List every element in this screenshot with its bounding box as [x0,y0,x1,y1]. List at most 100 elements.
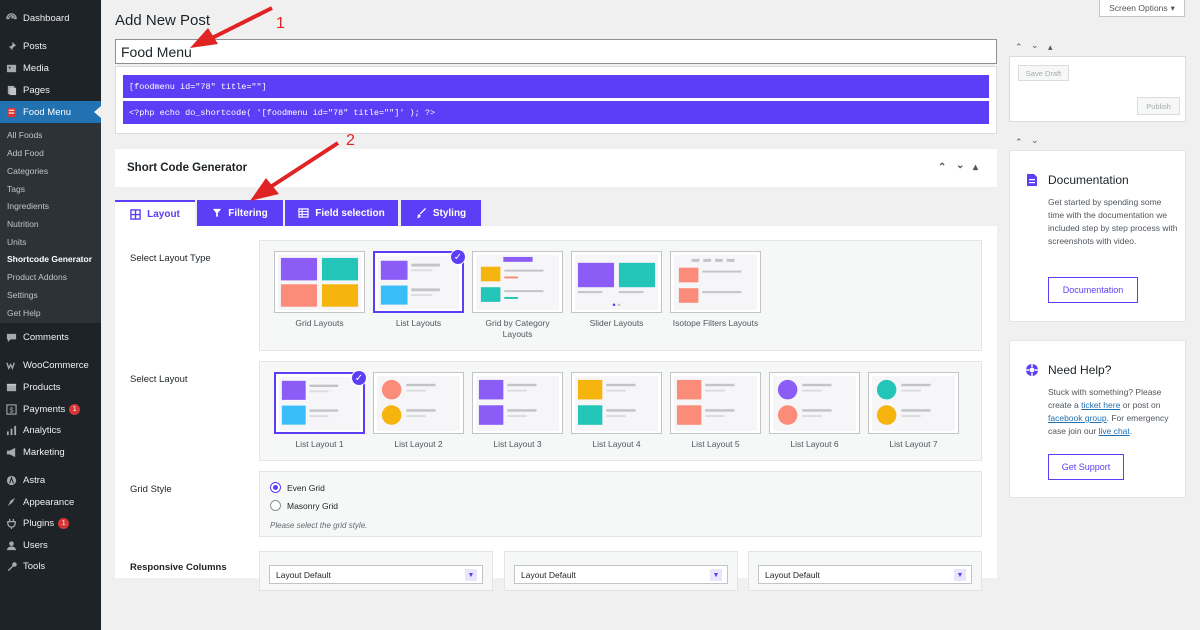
pages-icon [7,85,17,95]
list-layout-5[interactable] [670,372,761,434]
radio-masonry-grid[interactable]: Masonry Grid [270,500,338,511]
tab-styling[interactable]: Styling [401,200,481,226]
marketing-icon [6,447,16,457]
live-chat-link[interactable]: live chat [1099,426,1130,436]
tab-filtering[interactable]: Filtering [197,200,283,226]
woocommerce-icon [6,362,15,370]
select-value: Layout Default [521,569,576,580]
menu-item-pages[interactable]: Pages [0,79,101,101]
menu-item-woocommerce[interactable]: WooCommerce [0,354,101,376]
menu-label: Media [23,62,49,74]
responsive-select-desktop[interactable]: Layout Default ▼ [269,565,483,584]
submenu-ingredients[interactable]: Ingredients [7,201,49,211]
radio-label: Masonry Grid [287,500,339,511]
responsive-select-tablet[interactable]: Layout Default ▼ [514,565,728,584]
responsive-panel-3: Layout Default ▼ [748,551,982,591]
chevron-down-icon[interactable]: ⌄ [1031,40,1039,51]
chevron-up-icon[interactable]: ⌃ [1015,42,1023,53]
list-layout-2[interactable] [373,372,464,434]
layout-type-label: Select Layout Type [130,253,211,264]
layout-panel: ✓ List Layout 1 List Layout 2 List Layou… [259,361,982,461]
submenu-shortcode-generator[interactable]: Shortcode Generator [7,254,92,264]
tab-label: Field selection [315,207,385,219]
layout-type-caption: Grid by Category Layouts [485,318,550,339]
layout-type-caption: Grid Layouts [295,318,344,328]
screen-options-button[interactable]: Screen Options ▾ [1099,0,1185,17]
grid-icon [130,208,141,220]
isotope-filters-preview [674,255,757,310]
submenu-product-addons[interactable]: Product Addons [7,272,67,282]
menu-item-astra[interactable]: Astra [0,469,101,491]
list-layout-7[interactable] [868,372,959,434]
layout-type-grid-by-category[interactable] [472,251,563,313]
chevron-up-icon[interactable]: ⌃ [1015,137,1023,148]
responsive-panel-2: Layout Default ▼ [504,551,738,591]
menu-item-media[interactable]: Media [0,57,101,79]
chevron-down-icon[interactable]: ⌄ [956,160,964,171]
submenu-get-help[interactable]: Get Help [7,308,41,318]
menu-label: Comments [23,331,69,343]
menu-item-plugins[interactable]: Plugins 1 [0,512,101,534]
chevron-up-icon[interactable]: ⌃ [938,162,946,173]
list-layout-1[interactable]: ✓ [274,370,367,434]
brush-icon [416,207,426,218]
menu-item-food-menu[interactable]: Food Menu [0,101,101,123]
menu-item-users[interactable]: Users [0,534,101,556]
menu-item-tools[interactable]: Tools [0,555,101,577]
php-shortcode-line[interactable]: <?php echo do_shortcode( '[foodmenu id="… [123,101,989,124]
triangle-up-icon[interactable]: ▴ [973,162,978,173]
layout-caption: List Layout 3 [493,439,542,449]
menu-item-appearance[interactable]: Appearance [0,491,101,513]
generator-title: Short Code Generator [127,162,248,174]
submenu-settings[interactable]: Settings [7,290,38,300]
submenu-categories[interactable]: Categories [7,166,48,176]
submenu-all-foods[interactable]: All Foods [7,130,42,140]
documentation-button[interactable]: Documentation [1048,277,1138,303]
list-layout-4[interactable] [571,372,662,434]
submenu-tags[interactable]: Tags [7,184,25,194]
layout-type-list[interactable]: ✓ [373,249,466,313]
table-icon [298,208,309,218]
facebook-group-link[interactable]: facebook group [1048,413,1107,423]
layout-label: Select Layout [130,374,188,385]
tab-layout[interactable]: Layout [115,200,195,226]
list-layout-3-preview [476,376,559,431]
publish-button[interactable]: Publish [1137,97,1180,115]
submenu-nutrition[interactable]: Nutrition [7,219,39,229]
menu-label: Marketing [23,446,65,458]
radio-label: Even Grid [287,482,325,493]
post-title-input[interactable] [115,39,997,64]
list-layout-6[interactable] [769,372,860,434]
get-support-button[interactable]: Get Support [1048,454,1124,480]
menu-item-marketing[interactable]: Marketing [0,441,101,463]
submenu-units[interactable]: Units [7,237,26,247]
tab-field-selection[interactable]: Field selection [285,200,398,226]
shortcode-line[interactable]: [foodmenu id="78" title=""] [123,75,989,98]
tab-label: Filtering [228,207,268,219]
layout-type-isotope[interactable] [670,251,761,313]
menu-item-products[interactable]: Products [0,376,101,398]
triangle-up-icon[interactable]: ▴ [1048,42,1053,53]
submenu-add-food[interactable]: Add Food [7,148,44,158]
need-help-card: Need Help? Stuck with something? Please … [1009,340,1186,498]
menu-item-payments[interactable]: $ Payments 1 [0,398,101,420]
layout-type-grid[interactable] [274,251,365,313]
menu-label: WooCommerce [23,359,89,371]
list-layout-3[interactable] [472,372,563,434]
pin-icon [7,41,17,51]
ticket-link[interactable]: ticket here [1081,400,1120,410]
menu-label: Tools [23,560,46,572]
menu-item-comments[interactable]: Comments [0,326,101,348]
layout-type-slider[interactable] [571,251,662,313]
menu-item-posts[interactable]: Posts [0,35,101,57]
menu-item-analytics[interactable]: Analytics [0,419,101,441]
menu-label: Payments [23,403,66,415]
menu-item-dashboard[interactable]: Dashboard [0,7,101,29]
grid-style-panel: Even Grid Masonry Grid Please select the… [259,471,982,537]
chevron-down-icon[interactable]: ⌄ [1031,135,1039,146]
responsive-select-mobile[interactable]: Layout Default ▼ [758,565,972,584]
radio-even-grid[interactable]: Even Grid [270,482,325,493]
layout-type-panel: Grid Layouts ✓ List Layouts Grid by Cate… [259,240,982,351]
save-draft-button[interactable]: Save Draft [1018,65,1069,81]
menu-label: Posts [23,40,47,52]
